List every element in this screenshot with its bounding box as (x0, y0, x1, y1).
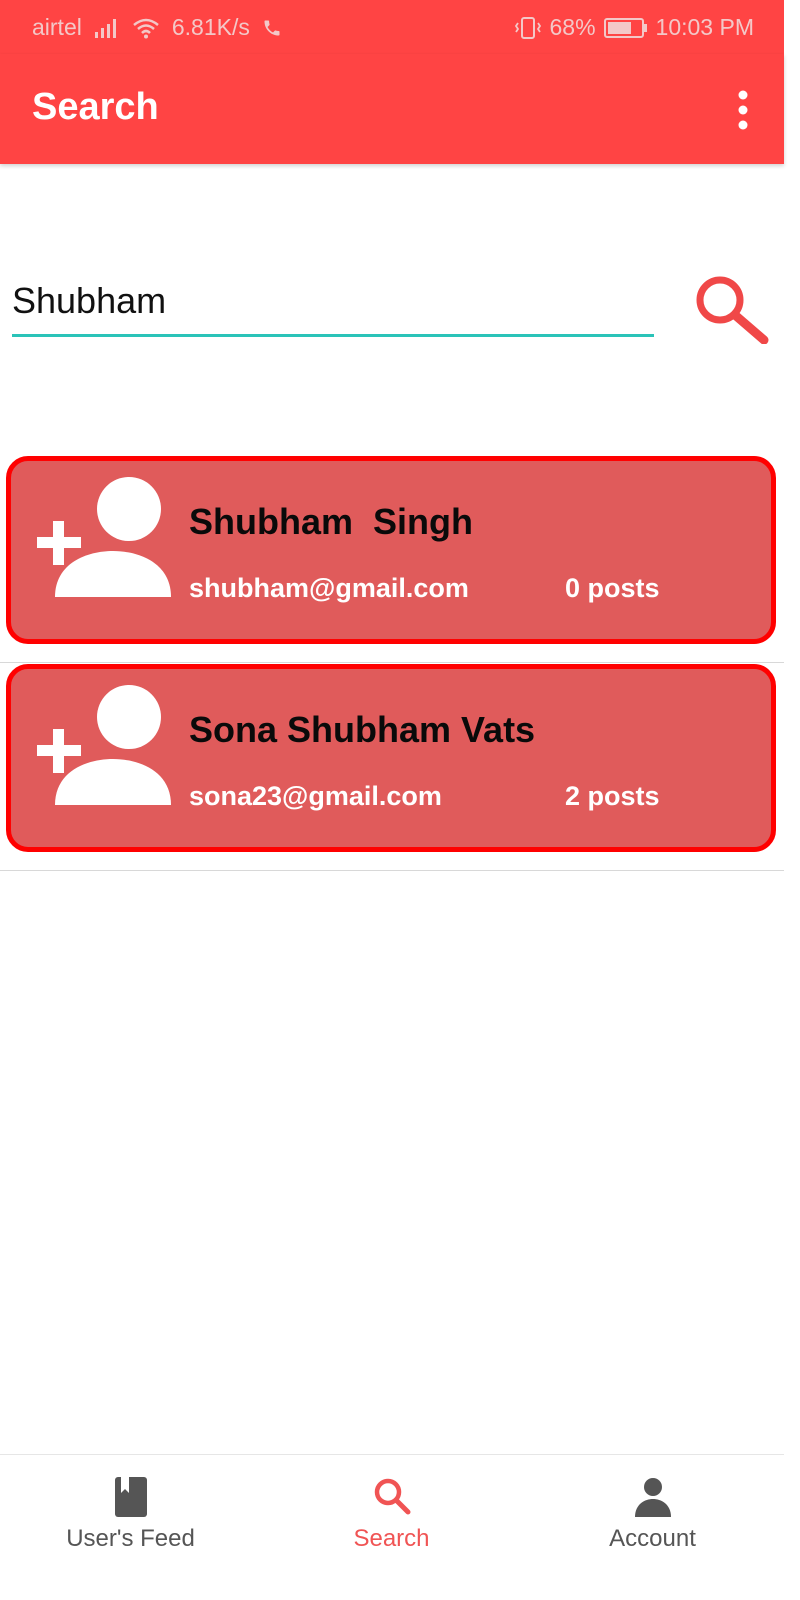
page-title: Search (32, 86, 159, 128)
nav-label-account: Account (609, 1525, 696, 1552)
nav-item-users-feed[interactable]: User's Feed (0, 1455, 261, 1569)
network-speed: 6.81K/s (171, 14, 250, 40)
battery-icon (603, 17, 647, 38)
search-field (12, 270, 654, 337)
divider (0, 662, 784, 663)
app-bar: Search (0, 54, 784, 164)
user-email: shubham@gmail.com (189, 573, 469, 603)
battery-percent: 68% (549, 14, 596, 40)
nav-item-search[interactable]: Search (261, 1455, 522, 1569)
search-input[interactable] (12, 276, 652, 326)
nav-label-search: Search (353, 1525, 430, 1552)
carrier-label: airtel (32, 14, 82, 40)
nav-label-users-feed: User's Feed (66, 1525, 195, 1552)
result-card[interactable]: Sona Shubham Vats sona23@gmail.com 2 pos… (6, 664, 776, 852)
user-email: sona23@gmail.com (189, 781, 442, 811)
status-right: 68% 10:03 PM (514, 14, 754, 41)
person-add-icon[interactable] (33, 677, 173, 807)
status-left: airtel 6.81K/s (32, 14, 282, 41)
search-icon (696, 276, 769, 344)
vibrate-icon (514, 16, 541, 39)
divider (0, 870, 784, 871)
phone-icon (264, 20, 280, 35)
search-icon (374, 1478, 410, 1515)
more-vert-icon[interactable] (736, 90, 750, 130)
person-add-icon[interactable] (33, 469, 173, 599)
bottom-navigation: User's Feed Search Account (0, 1454, 784, 1569)
signal-icon (94, 18, 116, 38)
result-card[interactable]: Shubham Singh shubham@gmail.com 0 posts (6, 456, 776, 644)
post-count: 2 posts (565, 781, 660, 811)
user-name: Shubham Singh (189, 501, 473, 542)
person-icon (634, 1478, 671, 1517)
post-count: 0 posts (565, 573, 660, 603)
clock: 10:03 PM (655, 14, 754, 40)
book-icon (114, 1477, 147, 1517)
search-button[interactable] (690, 272, 774, 344)
user-name: Sona Shubham Vats (189, 709, 536, 750)
nav-item-account[interactable]: Account (522, 1455, 783, 1569)
status-bar: airtel 6.81K/s 68% 10:03 PM (0, 0, 784, 54)
wifi-icon (133, 18, 159, 38)
